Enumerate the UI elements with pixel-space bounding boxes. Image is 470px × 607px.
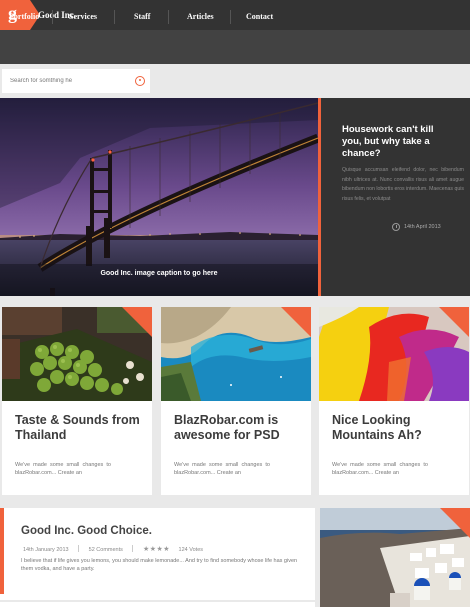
- article-meta: 14th January 2013 52 Comments ★★★★ 124 V…: [23, 545, 203, 553]
- nav-divider: [230, 10, 231, 24]
- article-accent-bar: [0, 508, 4, 594]
- article-card[interactable]: Taste & Sounds from Thailand We've made …: [2, 307, 152, 495]
- bridge-photo: [0, 98, 318, 296]
- featured-date: 14th April 2013: [404, 224, 441, 230]
- nav-item-staff[interactable]: Staff: [134, 0, 150, 34]
- search-input[interactable]: [10, 69, 128, 93]
- star-icon: ★: [163, 546, 171, 553]
- card-title[interactable]: BlazRobar.com is awesome for PSD: [174, 413, 302, 442]
- main-nav: [0, 30, 470, 64]
- article-excerpt: I believe that if life gives you lemons,…: [21, 558, 298, 572]
- star-icon: ★: [149, 546, 157, 553]
- nav-item-portfolio[interactable]: Portfolio: [9, 0, 39, 34]
- rating-stars[interactable]: ★★★★: [143, 546, 173, 553]
- featured-title[interactable]: Housework can't kill you, but why take a…: [342, 124, 434, 160]
- nav-item-articles[interactable]: Articles: [187, 0, 214, 34]
- meta-divider: [132, 545, 134, 552]
- search-box: [2, 69, 150, 93]
- corner-accent: [281, 307, 311, 337]
- article-date: 14th January 2013: [23, 547, 69, 553]
- featured-article: [0, 508, 315, 600]
- hero-image[interactable]: [0, 98, 318, 296]
- card-excerpt: We've made some small changes to blazRob…: [15, 462, 111, 476]
- side-image-santorini[interactable]: [320, 508, 470, 607]
- nav-divider: [52, 10, 53, 24]
- corner-accent: [439, 307, 469, 337]
- hero-caption: Good Inc. image caption to go here: [100, 270, 218, 277]
- nav-divider: [168, 10, 169, 24]
- bottom-strip: [0, 602, 315, 607]
- search-icon[interactable]: [135, 76, 145, 86]
- nav-divider: [114, 10, 115, 24]
- star-icon: ★: [142, 546, 150, 553]
- article-card[interactable]: BlazRobar.com is awesome for PSD We've m…: [161, 307, 311, 495]
- card-excerpt: We've made some small changes to blazRob…: [174, 462, 270, 476]
- meta-divider: [78, 545, 80, 552]
- clock-icon: [392, 223, 400, 231]
- card-title[interactable]: Nice Looking Mountains Ah?: [332, 413, 460, 442]
- nav-item-contact[interactable]: Contact: [246, 0, 273, 34]
- corner-accent: [440, 508, 470, 538]
- article-card[interactable]: Nice Looking Mountains Ah? We've made so…: [319, 307, 469, 495]
- corner-accent: [122, 307, 152, 337]
- nav-item-services[interactable]: Services: [69, 0, 97, 34]
- article-title[interactable]: Good Inc. Good Choice.: [21, 525, 152, 537]
- featured-excerpt: Quisque accumsan eleifend dolor, nec bib…: [342, 167, 464, 202]
- card-excerpt: We've made some small changes to blazRob…: [332, 462, 428, 476]
- article-votes: 124 Votes: [178, 547, 203, 553]
- article-comments[interactable]: 52 Comments: [89, 547, 123, 553]
- card-title[interactable]: Taste & Sounds from Thailand: [15, 413, 143, 442]
